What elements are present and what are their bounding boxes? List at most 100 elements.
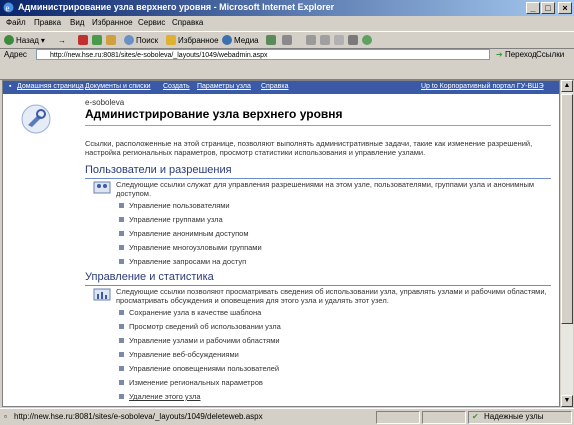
link-manage-access-requests[interactable]: Управление запросами на доступ [129,257,246,266]
list-item[interactable]: Изменение региональных параметров [119,378,263,387]
menu-view[interactable]: Вид [70,18,84,27]
list-item[interactable]: Управление пользователями [119,201,230,210]
nav-settings-link[interactable]: Параметры узла [197,83,251,90]
scroll-down-arrow-icon[interactable]: ▼ [561,395,573,407]
address-bar: Адрес http://new.hse.ru:8081/sites/e-sob… [0,48,574,62]
link-manage-users[interactable]: Управление пользователями [129,201,230,210]
go-button[interactable]: ➔ Переход [496,50,537,59]
go-arrow-icon: ➔ [496,50,503,59]
mail-button[interactable] [282,34,292,46]
stop-icon [78,35,88,45]
list-item[interactable]: Управление узлами и рабочими областями [119,336,280,345]
nav-home-link[interactable]: Домашняя страница [17,83,84,90]
link-delete-site[interactable]: Удаление этого узла [129,392,201,401]
bullet-icon [119,394,124,399]
menu-file[interactable]: Файл [6,18,26,27]
edit-icon [320,35,330,45]
nav-help-link[interactable]: Справка [261,83,288,90]
back-button[interactable]: Назад ▾ [4,34,45,46]
status-page-icon: ▫ [4,412,7,421]
search-label: Поиск [136,35,159,45]
address-input[interactable]: http://new.hse.ru:8081/sites/e-soboleva/… [36,49,490,60]
list-item[interactable]: Управление многоузловыми группами [119,243,262,252]
link-manage-site-groups[interactable]: Управление группами узла [129,215,223,224]
menu-bar: Файл Правка Вид Избранное Сервис Справка [0,17,574,30]
address-label: Адрес [4,50,27,59]
page-title: Администрирование узла верхнего уровня [85,107,343,121]
link-regional-settings[interactable]: Изменение региональных параметров [129,378,263,387]
print-button[interactable] [306,34,316,46]
ie-icon: e [3,2,14,13]
list-item[interactable]: Управление запросами на доступ [119,257,246,266]
links-button[interactable]: Ссылки [536,50,564,59]
section-management-divider [85,285,551,286]
link-manage-cross-site-groups[interactable]: Управление многоузловыми группами [129,243,262,252]
research-button[interactable] [348,34,358,46]
browser-window: e Администрирование узла верхнего уровня… [0,0,574,425]
nav-portal-link[interactable]: Up to Корпоративный портал ГУ-ВШЭ [421,83,544,90]
menu-help[interactable]: Справка [172,18,203,27]
users-section-icon [93,181,111,194]
nav-home-icon: ▪ [9,83,12,90]
refresh-button[interactable] [92,34,102,46]
close-button[interactable]: × [558,2,572,14]
status-zone: Надежные узлы [484,412,544,421]
minimize-button[interactable]: _ [526,2,540,14]
list-item[interactable]: Удаление этого узла [119,392,201,401]
title-divider [85,125,551,126]
link-manage-alerts[interactable]: Управление оповещениями пользователей [129,364,279,373]
list-item[interactable]: Просмотр сведений об использовании узла [119,322,281,331]
nav-documents-link[interactable]: Документы и списки [85,83,151,90]
media-label: Медиа [234,35,259,45]
print-icon [306,35,316,45]
media-button[interactable]: Медиа [222,34,259,46]
bullet-icon [119,217,124,222]
link-view-usage[interactable]: Просмотр сведений об использовании узла [129,322,281,331]
status-url: http://new.hse.ru:8081/sites/e-soboleva/… [14,412,263,421]
favorites-label: Избранное [178,35,219,45]
link-save-as-template[interactable]: Сохранение узла в качестве шаблона [129,308,261,317]
discuss-button[interactable] [334,34,344,46]
trusted-zone-icon: ✔ [472,412,479,421]
bullet-icon [119,338,124,343]
search-button[interactable]: Поиск [124,34,158,46]
home-icon [106,35,116,45]
menu-tools[interactable]: Сервис [138,18,165,27]
link-manage-sites-workspaces[interactable]: Управление узлами и рабочими областями [129,336,280,345]
bullet-icon [119,366,124,371]
section-users-divider [85,178,551,179]
status-bar: ▫ http://new.hse.ru:8081/sites/e-sobolev… [0,408,574,425]
list-item[interactable]: Управление группами узла [119,215,223,224]
url-text: http://new.hse.ru:8081/sites/e-soboleva/… [50,52,268,59]
scroll-up-arrow-icon[interactable]: ▲ [561,80,573,92]
menu-edit[interactable]: Правка [34,18,61,27]
list-item[interactable]: Управление оповещениями пользователей [119,364,279,373]
list-item[interactable]: Управление веб-обсуждениями [119,350,239,359]
favorites-button[interactable]: Избранное [166,34,219,46]
home-button[interactable] [106,34,116,46]
window-title: Администрирование узла верхнего уровня -… [18,2,335,12]
go-label: Переход [504,50,537,59]
nav-create-link[interactable]: Создать [163,83,190,90]
stop-button[interactable] [78,34,88,46]
bullet-icon [119,380,124,385]
bullet-icon [119,324,124,329]
edit-button[interactable] [320,34,330,46]
list-item[interactable]: Управление анонимным доступом [119,229,248,238]
bullet-icon [119,231,124,236]
bullet-icon [119,203,124,208]
back-arrow-icon [4,35,14,45]
link-manage-anonymous-access[interactable]: Управление анонимным доступом [129,229,248,238]
maximize-button[interactable]: □ [541,2,555,14]
scroll-thumb[interactable] [561,94,573,324]
svg-text:e: e [6,3,10,13]
menu-favorites[interactable]: Избранное [92,18,133,27]
messenger-button[interactable] [362,34,372,46]
section-users-text: Следующие ссылки служат для управления р… [116,180,535,198]
history-button[interactable] [266,34,276,46]
forward-button[interactable]: → [58,34,66,46]
list-item[interactable]: Сохранение узла в качестве шаблона [119,308,261,317]
link-manage-discussions[interactable]: Управление веб-обсуждениями [129,350,239,359]
discuss-icon [334,35,344,45]
vertical-scrollbar[interactable]: ▲ ▼ [560,80,573,407]
